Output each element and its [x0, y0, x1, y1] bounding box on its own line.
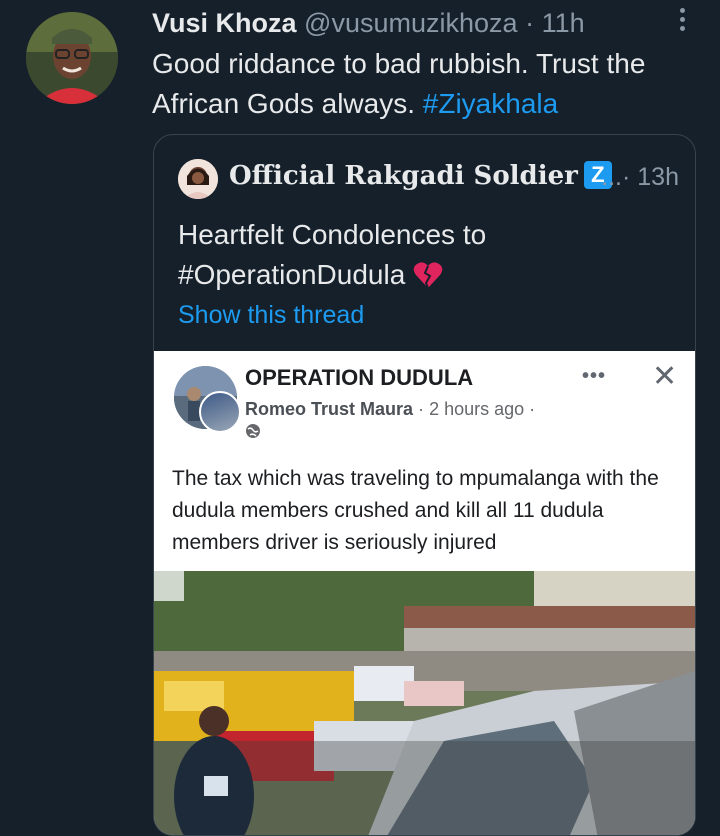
- post-time: 2 hours ago: [429, 399, 525, 419]
- quote-handle-truncated: ...: [601, 163, 622, 191]
- quote-text: Heartfelt Condolences to #OperationDudul…: [178, 215, 678, 295]
- quote-author-name-text: Official Rakgadi Soldier: [229, 161, 578, 191]
- hashtag-link[interactable]: #Ziyakhala: [423, 88, 558, 119]
- author-avatar[interactable]: [26, 12, 118, 104]
- tweet-time[interactable]: 11h: [542, 8, 585, 38]
- author-avatar: [199, 391, 241, 433]
- quote-text-line: Heartfelt Condolences to: [178, 219, 487, 250]
- quoted-tweet[interactable]: Official Rakgadi Soldier Z ...· 13h Heart…: [153, 134, 696, 836]
- post-text: The tax which was traveling to mpumalang…: [172, 467, 659, 554]
- author-name[interactable]: Vusi Khoza: [152, 8, 297, 38]
- post-author: Romeo Trust Maura: [245, 399, 414, 419]
- more-vertical-icon[interactable]: [680, 8, 688, 35]
- facebook-post-screenshot[interactable]: OPERATION DUDULA ••• ✕ Romeo Trust Maura…: [154, 351, 695, 835]
- separator: ·: [622, 163, 631, 191]
- separator: ·: [525, 8, 535, 38]
- crash-scene-photo: [154, 571, 695, 835]
- quote-meta: ...· 13h: [601, 163, 679, 192]
- broken-heart-icon: [413, 262, 443, 289]
- author-handle[interactable]: @vusumuzikhoza: [304, 8, 518, 38]
- quote-author-name[interactable]: Official Rakgadi Soldier Z: [229, 161, 612, 191]
- more-options-icon: •••: [582, 365, 607, 387]
- post-author-line: Romeo Trust Maura · 2 hours ago ·: [245, 399, 535, 420]
- page-name: OPERATION DUDULA: [245, 365, 474, 390]
- tweet-text: Good riddance to bad rubbish. Trust the …: [152, 44, 712, 124]
- show-thread-link[interactable]: Show this thread: [178, 301, 364, 330]
- globe-icon: [246, 424, 260, 438]
- separator: ·: [418, 399, 425, 419]
- quote-time[interactable]: 13h: [637, 163, 679, 191]
- close-icon: ✕: [652, 360, 678, 393]
- hashtag-link[interactable]: #OperationDudula: [178, 259, 405, 290]
- quote-author-avatar[interactable]: [178, 159, 218, 199]
- separator: ·: [529, 399, 536, 419]
- tweet-text-body: Good riddance to bad rubbish. Trust the …: [152, 48, 646, 119]
- tweet-header: Vusi Khoza @vusumuzikhoza · 11h: [152, 8, 585, 39]
